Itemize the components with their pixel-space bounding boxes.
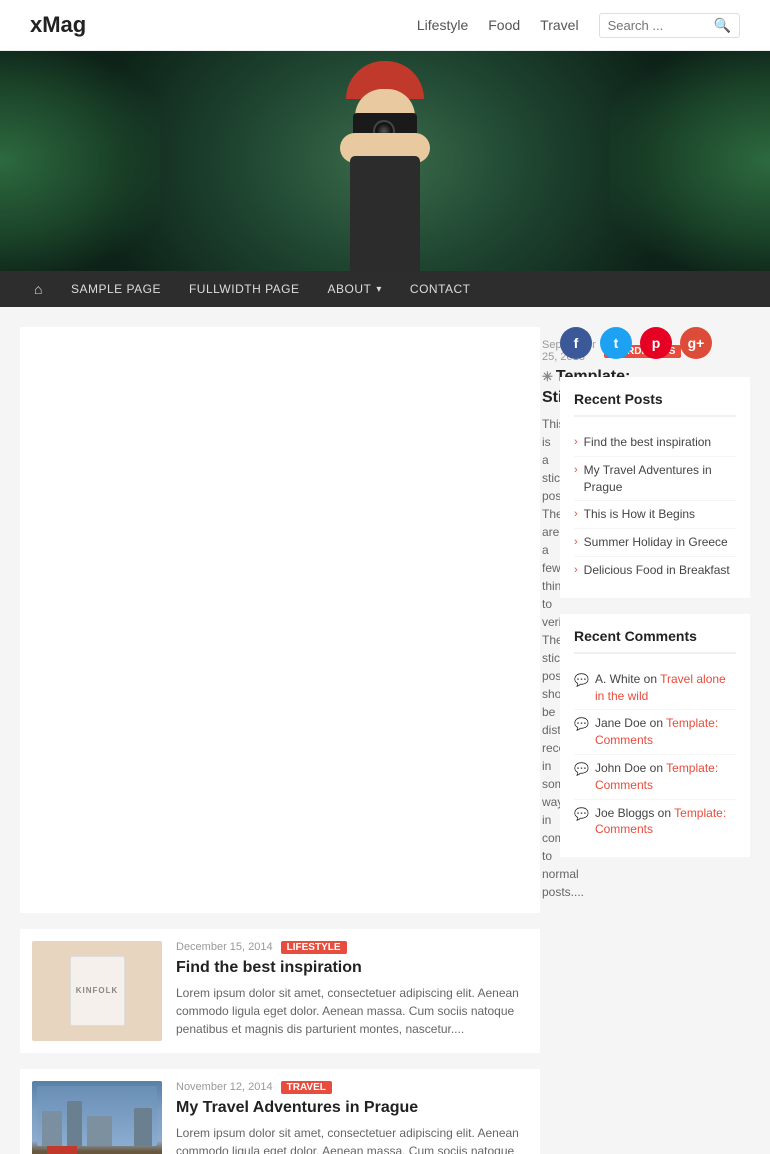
nav-travel[interactable]: Travel: [540, 17, 578, 33]
article-title[interactable]: My Travel Adventures in Prague: [176, 1098, 528, 1119]
sidebar: f t p g+ Recent Posts › Find the best in…: [560, 327, 750, 1154]
recent-post-item[interactable]: › Delicious Food in Breakfast: [574, 557, 736, 584]
thumb-city-scene: [32, 1081, 162, 1154]
comment-icon: 💬: [574, 716, 589, 733]
article-card: November 12, 2014 TRAVEL My Travel Adven…: [20, 1069, 540, 1154]
article-excerpt: Lorem ipsum dolor sit amet, consectetuer…: [176, 984, 528, 1038]
content-area: September 25, 2013 WORDPRESS ✳Template: …: [20, 327, 540, 1154]
article-date: November 12, 2014: [176, 1081, 273, 1093]
chevron-right-icon: ›: [574, 435, 578, 450]
comment-icon: 💬: [574, 761, 589, 778]
article-body: November 12, 2014 TRAVEL My Travel Adven…: [176, 1081, 528, 1154]
nav-lifestyle[interactable]: Lifestyle: [417, 17, 468, 33]
nav-fullwidth-page[interactable]: FULLWIDTH PAGE: [175, 272, 314, 306]
nav-food[interactable]: Food: [488, 17, 520, 33]
article-card: KINFOLK December 15, 2014 LIFESTYLE Find…: [20, 929, 540, 1053]
hero-banner: [0, 51, 770, 271]
recent-post-item[interactable]: › Summer Holiday in Greece: [574, 529, 736, 557]
kinfolk-book: KINFOLK: [70, 956, 125, 1026]
main-nav: Lifestyle Food Travel 🔍: [417, 13, 740, 38]
recent-post-item[interactable]: › Find the best inspiration: [574, 429, 736, 457]
home-icon: ⌂: [34, 281, 43, 297]
thumb-kinfolk-scene: KINFOLK: [32, 941, 162, 1041]
googleplus-button[interactable]: g+: [680, 327, 712, 359]
secondary-nav: ⌂ SAMPLE PAGE FULLWIDTH PAGE ABOUT ▾ CON…: [0, 271, 770, 307]
recent-comment-item: 💬 A. White on Travel alone in the wild: [574, 666, 736, 711]
recent-comments-title: Recent Comments: [574, 628, 736, 654]
recent-post-item[interactable]: › This is How it Begins: [574, 501, 736, 529]
main-container: September 25, 2013 WORDPRESS ✳Template: …: [0, 307, 770, 1154]
nav-contact[interactable]: CONTACT: [396, 272, 485, 306]
recent-comments-section: Recent Comments 💬 A. White on Travel alo…: [560, 614, 750, 857]
chevron-right-icon: ›: [574, 507, 578, 522]
pin-icon: ✳: [542, 369, 553, 384]
comment-icon: 💬: [574, 672, 589, 689]
article-meta: December 15, 2014 LIFESTYLE: [176, 941, 528, 954]
buildings: [37, 1086, 157, 1146]
recent-posts-section: Recent Posts › Find the best inspiration…: [560, 377, 750, 598]
article-tag: LIFESTYLE: [281, 941, 347, 954]
article-date: December 15, 2014: [176, 941, 273, 953]
nav-home[interactable]: ⌂: [20, 271, 57, 307]
article-thumbnail: KINFOLK: [32, 941, 162, 1041]
chevron-right-icon: ›: [574, 535, 578, 550]
facebook-button[interactable]: f: [560, 327, 592, 359]
nav-sample-page[interactable]: SAMPLE PAGE: [57, 272, 175, 306]
article-body: December 15, 2014 LIFESTYLE Find the bes…: [176, 941, 528, 1041]
twitter-button[interactable]: t: [600, 327, 632, 359]
article-title[interactable]: Find the best inspiration: [176, 958, 528, 979]
search-input[interactable]: [608, 18, 708, 33]
search-box[interactable]: 🔍: [599, 13, 740, 38]
hero-figure: [285, 61, 485, 271]
article-thumbnail: [32, 1081, 162, 1154]
article-card: September 25, 2013 WORDPRESS ✳Template: …: [20, 327, 540, 913]
chevron-right-icon: ›: [574, 463, 578, 478]
foliage-left: [0, 51, 160, 271]
social-buttons: f t p g+: [560, 327, 750, 359]
comment-icon: 💬: [574, 806, 589, 823]
recent-posts-title: Recent Posts: [574, 391, 736, 417]
body-torso: [350, 156, 420, 271]
article-meta: November 12, 2014 TRAVEL: [176, 1081, 528, 1094]
chevron-right-icon: ›: [574, 563, 578, 578]
article-excerpt: Lorem ipsum dolor sit amet, consectetuer…: [176, 1124, 528, 1154]
nav-about[interactable]: ABOUT ▾: [314, 272, 396, 306]
header: xMag Lifestyle Food Travel 🔍: [0, 0, 770, 51]
logo: xMag: [30, 12, 86, 38]
recent-comment-item: 💬 Jane Doe on Template: Comments: [574, 710, 736, 755]
chevron-down-icon: ▾: [376, 284, 382, 295]
article-tag: TRAVEL: [281, 1081, 332, 1094]
recent-post-item[interactable]: › My Travel Adventures in Prague: [574, 457, 736, 502]
search-icon[interactable]: 🔍: [714, 17, 731, 34]
recent-comment-item: 💬 Joe Bloggs on Template: Comments: [574, 800, 736, 844]
recent-comment-item: 💬 John Doe on Template: Comments: [574, 755, 736, 800]
pinterest-button[interactable]: p: [640, 327, 672, 359]
foliage-right: [610, 51, 770, 271]
